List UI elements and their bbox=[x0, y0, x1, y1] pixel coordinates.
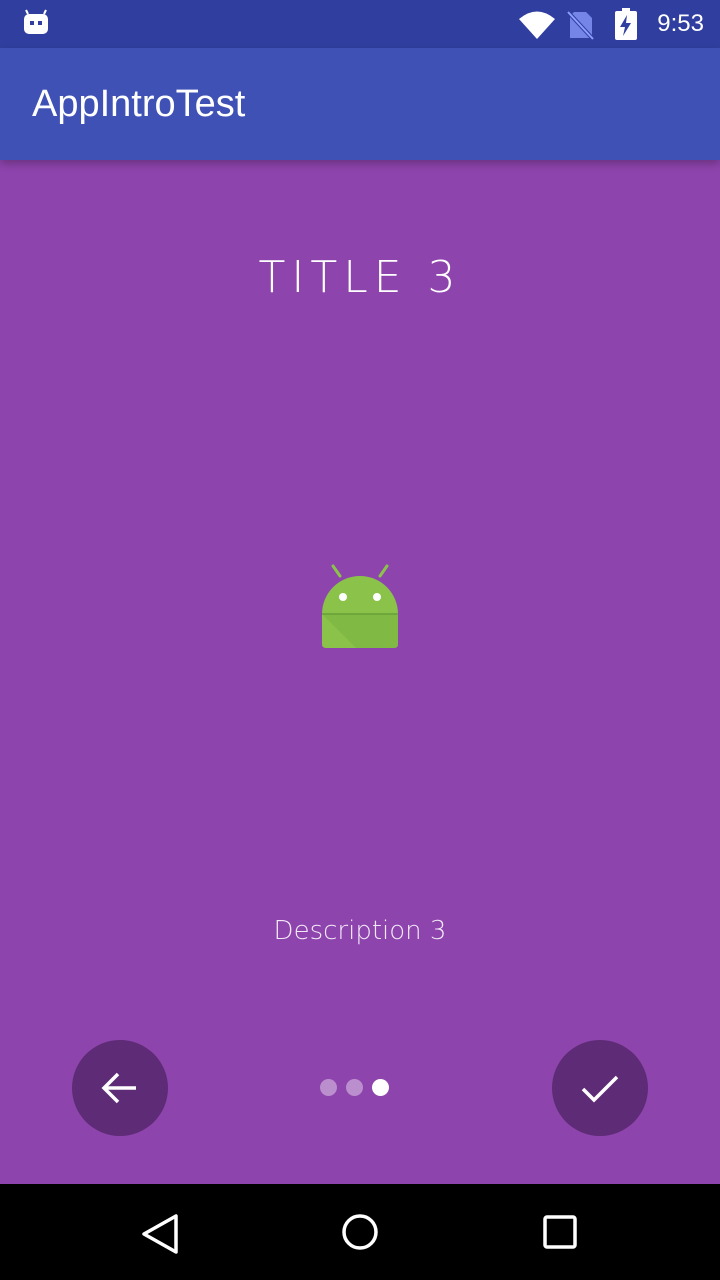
android-debug-icon bbox=[24, 9, 48, 34]
arrow-left-icon bbox=[101, 1072, 136, 1104]
battery-charging-icon bbox=[615, 8, 637, 40]
back-button[interactable] bbox=[72, 1040, 168, 1136]
navigation-bar bbox=[0, 1184, 720, 1280]
done-button[interactable] bbox=[552, 1040, 648, 1136]
slide-title: TITLE 3 bbox=[258, 252, 462, 303]
no-sim-icon bbox=[566, 10, 594, 40]
wifi-icon bbox=[519, 11, 555, 39]
status-bar: 9:53 bbox=[0, 0, 720, 48]
page-dot-3[interactable] bbox=[372, 1079, 389, 1096]
android-robot-icon bbox=[322, 564, 398, 648]
home-circle-icon[interactable] bbox=[338, 1212, 382, 1256]
recents-square-icon[interactable] bbox=[538, 1212, 582, 1256]
slide-description: Description 3 bbox=[273, 916, 447, 946]
back-triangle-icon[interactable] bbox=[138, 1212, 182, 1256]
intro-slide[interactable]: TITLE 3 Description 3 bbox=[0, 160, 720, 1184]
page-dot-1[interactable] bbox=[320, 1079, 337, 1096]
status-clock: 9:53 bbox=[657, 10, 704, 37]
checkmark-icon bbox=[581, 1075, 619, 1103]
page-indicator bbox=[320, 1079, 400, 1097]
app-title: AppIntroTest bbox=[32, 83, 246, 125]
app-bar: AppIntroTest bbox=[0, 48, 720, 160]
page-dot-2[interactable] bbox=[346, 1079, 363, 1096]
